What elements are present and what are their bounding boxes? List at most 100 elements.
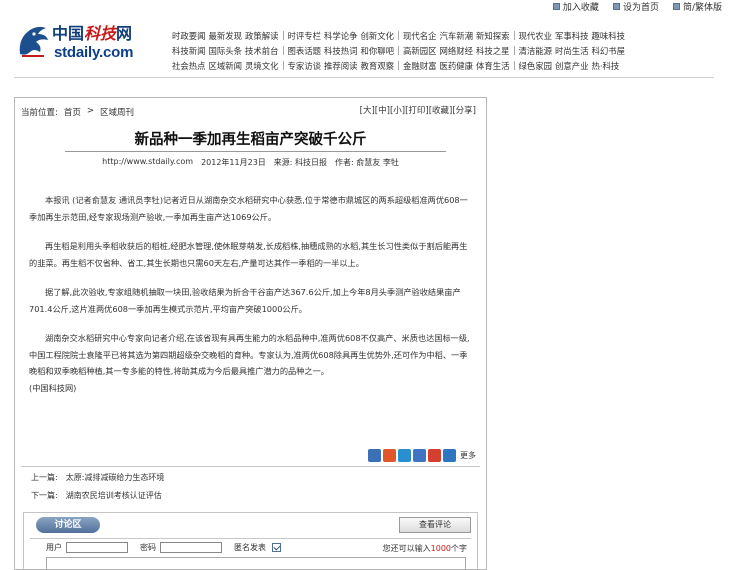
view-comments-button[interactable]: 查看评论 (399, 517, 471, 533)
next-article-link[interactable]: 湖南农民培训考核认证评估 (66, 490, 162, 501)
nav-link[interactable]: 医药健康 (440, 60, 474, 72)
share-bar: 更多 (368, 449, 476, 462)
nav-link[interactable]: 清洁能源 (519, 45, 553, 57)
nav-link[interactable]: 科学论争 (324, 30, 358, 42)
nav-row: 科技新闻 国际头条 技术前台 图表话题 科技热词 和你聊吧 高新园区 网络财经 科技之星 清洁能源… (172, 44, 717, 57)
nav-separator (398, 61, 399, 70)
nav-link[interactable]: 最新发现 (209, 30, 243, 42)
nav-link[interactable]: 科幻书屋 (592, 45, 626, 57)
nav-group: 清洁能源 时尚生活 科幻书屋 (519, 45, 630, 57)
comment-textarea[interactable] (46, 557, 466, 570)
nav-link[interactable]: 热·科技 (592, 60, 620, 72)
nav-group: 高新园区 网络财经 科技之星 (403, 45, 514, 57)
nav-separator (282, 31, 284, 40)
nav-link[interactable]: 体育生活 (476, 60, 510, 72)
next-label: 下一篇: (31, 491, 58, 500)
nav-link[interactable]: 趣味科技 (592, 30, 626, 42)
breadcrumb-section[interactable]: 区域周刊 (100, 106, 134, 118)
print-button[interactable]: [打印] (405, 104, 429, 116)
nav-link[interactable]: 国际头条 (209, 45, 243, 57)
share-more-link[interactable]: 更多 (460, 450, 476, 461)
tencent-share-icon[interactable] (398, 449, 411, 462)
share-button[interactable]: [分享] (452, 104, 476, 116)
nav-link[interactable]: 社会热点 (172, 60, 206, 72)
nav-link[interactable]: 绿色家园 (519, 60, 553, 72)
article-paragraph: 湖南杂交水稻研究中心专家向记者介绍,在该省现有具再生能力的水稻品种中,准两优60… (29, 333, 470, 376)
font-medium-button[interactable]: [中] (375, 104, 390, 116)
password-input[interactable] (160, 542, 222, 553)
nav-separator (282, 46, 284, 55)
nav-group: 金融财富 医药健康 体育生活 (403, 60, 514, 72)
logo-cn-suffix: 网 (116, 24, 133, 43)
nav-separator (282, 61, 284, 70)
nav-link[interactable]: 现代农业 (519, 30, 553, 42)
font-large-button[interactable]: [大] (360, 104, 375, 116)
username-input[interactable] (66, 542, 128, 553)
prev-article-link[interactable]: 太原:减排减碳给力生态环境 (66, 472, 165, 483)
article-source: 科技日报 (295, 158, 328, 167)
nav-link[interactable]: 时评专栏 (288, 30, 322, 42)
nav-group: 科技新闻 国际头条 技术前台 (172, 45, 283, 57)
nav-link[interactable]: 创意产业 (555, 60, 589, 72)
comment-tab[interactable]: 讨论区 (36, 517, 100, 533)
set-homepage-link[interactable]: 设为首页 (612, 0, 659, 13)
nav-link[interactable]: 推荐阅读 (324, 60, 358, 72)
home-icon (612, 3, 620, 10)
article-source-note: (中国科技网) (29, 382, 77, 393)
kaixin-share-icon[interactable] (428, 449, 441, 462)
article-url[interactable]: http://www.stdaily.com (102, 157, 193, 168)
article-tools: [大] [中] [小] [打印] [收藏] [分享] (360, 104, 476, 116)
anonymous-checkbox[interactable] (272, 543, 281, 552)
nav-link[interactable]: 金融财富 (403, 60, 437, 72)
nav-link[interactable]: 科技之星 (476, 45, 510, 57)
article-author: 俞慧友 李牡 (356, 158, 399, 167)
nav-group: 时政要闻 最新发现 政策解读 (172, 30, 283, 42)
weibo-share-icon[interactable] (383, 449, 396, 462)
nav-separator (513, 61, 515, 70)
simplified-traditional-link[interactable]: 简/繁体版 (672, 0, 722, 13)
renren-share-icon[interactable] (413, 449, 426, 462)
nav-row: 时政要闻 最新发现 政策解读 时评专栏 科学论争 创新文化 现代名企 汽车新潮 新知探索 现代农业… (172, 29, 717, 42)
nav-link[interactable]: 区域新闻 (209, 60, 243, 72)
nav-separator (398, 31, 399, 40)
nav-group: 现代农业 军事科技 趣味科技 (519, 30, 630, 42)
add-favorite-label: 加入收藏 (562, 3, 599, 13)
next-article: 下一篇: 湖南农民培训考核认证评估 (31, 490, 162, 501)
nav-link[interactable]: 科技热词 (324, 45, 358, 57)
nav-link[interactable]: 现代名企 (403, 30, 437, 42)
favorite-button[interactable]: [收藏] (429, 104, 453, 116)
nav-link[interactable]: 汽车新潮 (440, 30, 474, 42)
nav-link[interactable]: 政策解读 (245, 30, 279, 42)
font-small-button[interactable]: [小] (390, 104, 405, 116)
add-favorite-link[interactable]: 加入收藏 (552, 0, 599, 13)
site-logo[interactable]: 中国科技网 stdaily.com (14, 18, 164, 68)
nav-link[interactable]: 时尚生活 (555, 45, 589, 57)
nav-link[interactable]: 科技新闻 (172, 45, 206, 57)
nav-link[interactable]: 军事科技 (555, 30, 589, 42)
nav-link[interactable]: 教育观察 (361, 60, 395, 72)
nav-link[interactable]: 和你聊吧 (361, 45, 395, 57)
nav-group: 时评专栏 科学论争 创新文化 (288, 30, 399, 42)
nav-link[interactable]: 灵境文化 (245, 60, 279, 72)
nav-link[interactable]: 高新园区 (403, 45, 437, 57)
nav-link[interactable]: 新知探索 (476, 30, 510, 42)
nav-link[interactable]: 创新文化 (361, 30, 395, 42)
top-utility-bar: 加入收藏 设为首页 简/繁体版 (552, 0, 722, 13)
simplified-traditional-label: 简/繁体版 (682, 3, 722, 13)
user-label: 用户 (46, 543, 62, 552)
more-share-icon[interactable] (443, 449, 456, 462)
nav-group: 绿色家园 创意产业 热·科技 (519, 60, 624, 72)
breadcrumb-home[interactable]: 首页 (64, 106, 81, 118)
nav-link[interactable]: 时政要闻 (172, 30, 206, 42)
qzone-share-icon[interactable] (368, 449, 381, 462)
nav-link[interactable]: 网络财经 (440, 45, 474, 57)
nav-link[interactable]: 图表话题 (288, 45, 322, 57)
breadcrumb-prefix: 当前位置: (21, 108, 58, 118)
nav-link[interactable]: 技术前台 (245, 45, 279, 57)
anonymous-label: 匿名发表 (234, 543, 266, 552)
main-navigation: 时政要闻 最新发现 政策解读 时评专栏 科学论争 创新文化 现代名企 汽车新潮 新知探索 现代农业… (172, 29, 717, 74)
nav-link[interactable]: 专家访谈 (288, 60, 322, 72)
title-divider (65, 151, 446, 152)
logo-cn-red: 科技 (84, 24, 117, 43)
article-meta: http://www.stdaily.com 2012年11月23日 来源: 科… (15, 157, 486, 168)
